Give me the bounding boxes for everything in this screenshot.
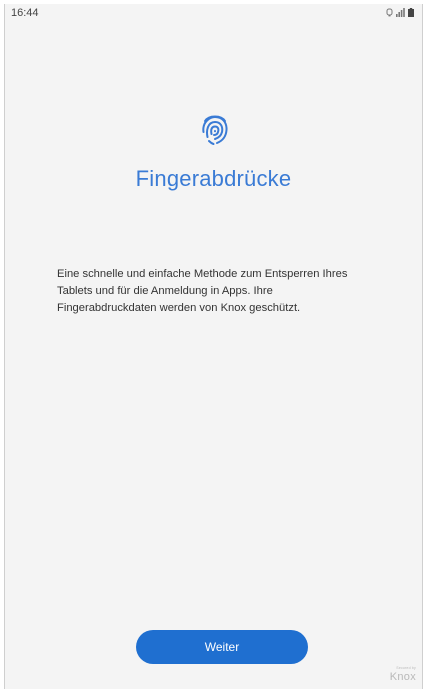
fingerprint-icon — [200, 112, 230, 146]
next-button[interactable]: Weiter — [136, 630, 308, 664]
battery-icon — [408, 8, 414, 17]
knox-text: Knox — [389, 671, 416, 683]
knox-secured-by-text: Secured by — [396, 666, 416, 670]
description-text: Eine schnelle und einfache Methode zum E… — [57, 268, 348, 314]
status-time: 16:44 — [11, 7, 39, 19]
status-icons — [386, 8, 414, 17]
status-bar: 16:44 — [5, 4, 422, 24]
signal-icon — [396, 8, 405, 17]
page-title: Fingerabdrücke — [135, 166, 292, 191]
screen: 16:44 Fingerabdrücke Eine schnelle und e… — [4, 4, 423, 689]
alarm-icon — [386, 8, 393, 17]
knox-logo: Secured by Knox — [390, 666, 416, 683]
device-frame: 16:44 Fingerabdrücke Eine schnelle und e… — [0, 0, 427, 689]
